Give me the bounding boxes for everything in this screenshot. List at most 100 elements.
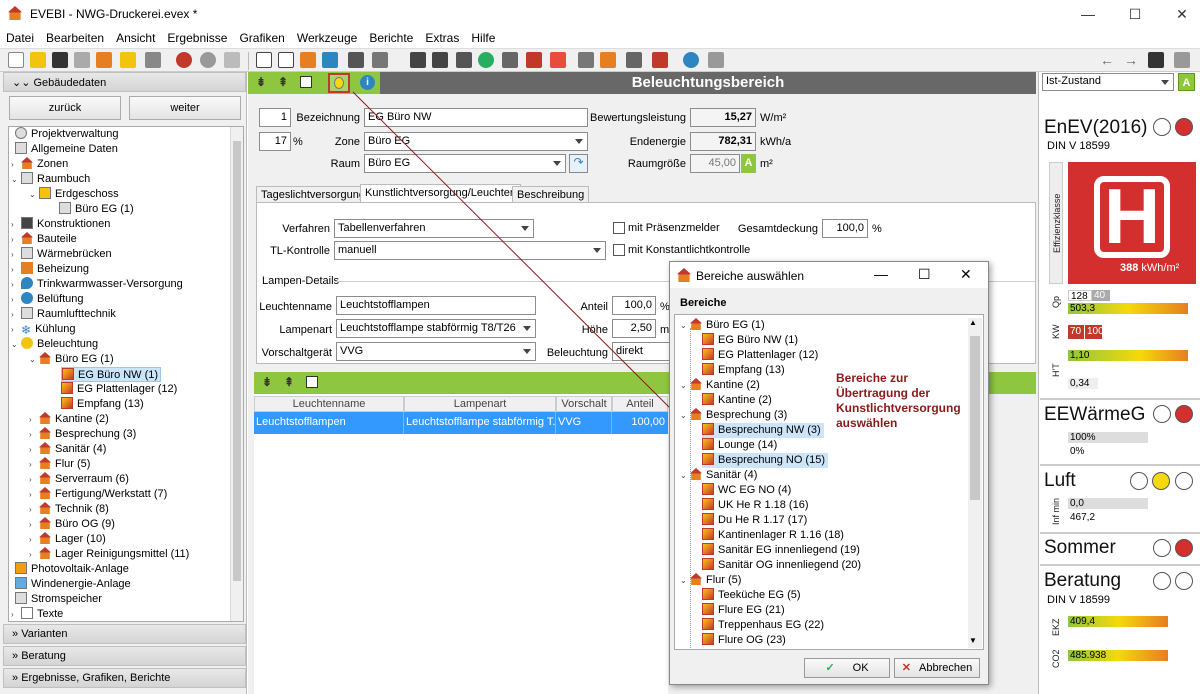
dialog-list-item[interactable]: Flure OG (23) (702, 633, 786, 648)
arc-icon[interactable] (652, 52, 668, 68)
dialog-list-item[interactable]: Sanitär OG innenliegend (20) (702, 558, 861, 573)
expand-icon[interactable]: ⌄ (680, 378, 690, 393)
pct-field[interactable]: 17 (259, 132, 291, 151)
tree-item[interactable]: › Texte (11, 607, 63, 621)
tree-item[interactable]: › Flur (5) (29, 457, 90, 472)
report2-icon[interactable] (432, 52, 448, 68)
panel-toggle-icon[interactable] (1174, 52, 1190, 68)
dialog-group-item[interactable]: ⌄ Besprechung (3) (680, 408, 787, 423)
wand-icon[interactable] (224, 52, 240, 68)
dialog-list-item[interactable]: Lounge (14) (702, 438, 777, 453)
list-icon[interactable] (372, 52, 388, 68)
tree-item[interactable]: › Raumlufttechnik (11, 307, 116, 322)
dialog-list-item[interactable]: Besprechung NW (3) (702, 423, 824, 438)
sigma-icon[interactable] (322, 52, 338, 68)
hoehe-input[interactable]: 2,50 (612, 319, 656, 338)
gesamtdeckung-input[interactable]: 100,0 (822, 219, 868, 238)
tree-item[interactable]: › Trinkwarmwasser-Versorgung (11, 277, 183, 292)
grid-header[interactable]: Vorschalt (556, 396, 612, 412)
dialog-group-item[interactable]: ⌄ Kantine (2) (680, 378, 760, 393)
menu-hilfe[interactable]: Hilfe (465, 28, 501, 45)
beleuchtung-select[interactable]: direkt (612, 342, 672, 361)
expand-icon[interactable]: ⌄ (680, 573, 690, 588)
dialog-list-item[interactable]: UK He R 1.18 (16) (702, 498, 808, 513)
dialog-list-item[interactable]: Flure EG (21) (702, 603, 785, 618)
dialog-list-item[interactable]: EG Plattenlager (12) (702, 348, 818, 363)
tree-item[interactable]: › Sanitär (4) (29, 442, 106, 457)
expand-icon[interactable]: ⌄ (680, 408, 690, 423)
minimize-icon[interactable]: — (874, 266, 888, 282)
grid-icon[interactable] (626, 52, 642, 68)
ok-button[interactable]: ✓ OK (804, 658, 890, 678)
energy-icon[interactable] (550, 52, 566, 68)
konstantlicht-checkbox[interactable] (613, 244, 625, 256)
dialog-list-item[interactable]: EG Büro NW (1) (702, 333, 798, 348)
bezeichnung-input[interactable]: EG Büro NW (364, 108, 588, 127)
help-icon[interactable] (683, 52, 699, 68)
scrollbar-thumb[interactable] (233, 141, 241, 581)
maximize-icon[interactable]: ☐ (1125, 4, 1145, 24)
menu-datei[interactable]: Datei (0, 28, 40, 45)
sum-icon[interactable] (300, 52, 316, 68)
tree-item[interactable]: › Büro OG (9) (29, 517, 115, 532)
tree-item[interactable]: › Konstruktionen (11, 217, 110, 232)
tree-item[interactable]: › Zonen (11, 157, 68, 172)
dialog-list-item[interactable]: Teeküche EG (5) (702, 588, 801, 603)
scrollbar-thumb[interactable] (970, 336, 980, 500)
anteil-input[interactable]: 100,0 (612, 296, 656, 315)
tree-item[interactable]: Allgemeine Daten (15, 142, 118, 157)
tree-item[interactable]: › Wärmebrücken (11, 247, 112, 262)
close-icon[interactable]: ✕ (1172, 4, 1192, 24)
tree-item[interactable]: Büro EG (1) (59, 202, 134, 217)
remove-row-icon[interactable]: ⇞ (284, 375, 294, 389)
cancel-button[interactable]: ✕ Abbrechen (894, 658, 980, 678)
tree-item-selected[interactable]: EG Büro NW (1) (61, 367, 162, 382)
back-arrow-icon[interactable]: ← (1100, 52, 1114, 68)
auto-badge[interactable]: A (741, 154, 756, 173)
remove-icon[interactable]: ⇞ (278, 75, 288, 89)
grid-header[interactable]: Leuchtenname (254, 396, 404, 412)
menu-werkzeuge[interactable]: Werkzeuge (291, 28, 363, 45)
tree-item[interactable]: ⌄ Büro EG (1) (29, 352, 114, 367)
add-icon[interactable]: ⇟ (256, 75, 266, 89)
tree-item[interactable]: › Beheizung (11, 262, 89, 277)
info-icon[interactable]: i (360, 75, 375, 90)
raum-select[interactable]: Büro EG (364, 154, 566, 173)
tree-item[interactable]: ⌄ Raumbuch (11, 172, 90, 187)
accordion-gebaeudedaten[interactable]: ⌄⌄ Gebäudedaten (3, 72, 246, 92)
tree-item[interactable]: Photovoltaik-Anlage (15, 562, 129, 577)
pdf-icon[interactable] (526, 52, 542, 68)
expand-icon[interactable]: ⌄ (680, 318, 690, 333)
tree-item[interactable]: › Bauteile (11, 232, 77, 247)
expand-icon[interactable]: ⌄ (680, 468, 690, 483)
maximize-icon[interactable]: ☐ (918, 266, 931, 283)
forward-button[interactable]: weiter (129, 96, 241, 120)
tree-item[interactable]: › ❄ Kühlung (11, 322, 75, 337)
verfahren-select[interactable]: Tabellenverfahren (334, 219, 534, 238)
add-row-icon[interactable]: ⇟ (262, 375, 272, 389)
menu-ergebnisse[interactable]: Ergebnisse (161, 28, 233, 45)
zoom-icon[interactable] (478, 52, 494, 68)
tree-item[interactable]: › Besprechung (3) (29, 427, 136, 442)
tree-item[interactable]: › Lager (10) (29, 532, 106, 547)
tree-item[interactable]: › Belüftung (11, 292, 83, 307)
hierarchy-icon[interactable] (348, 52, 364, 68)
new-file-icon[interactable] (8, 52, 24, 68)
grid-header[interactable]: Lampenart (404, 396, 556, 412)
menu-extras[interactable]: Extras (419, 28, 465, 45)
flag-icon[interactable] (1148, 52, 1164, 68)
zone-select[interactable]: Büro EG (364, 132, 588, 151)
tree-item[interactable]: › Kantine (2) (29, 412, 109, 427)
lampenart-select[interactable]: Leuchtstofflampe stabförmig T8/T26 (336, 319, 536, 338)
save-icon[interactable] (52, 52, 68, 68)
tree-item[interactable]: EG Plattenlager (12) (61, 382, 177, 397)
dialog-list-item[interactable]: WC EG NO (4) (702, 483, 791, 498)
chart-icon[interactable] (600, 52, 616, 68)
dialog-list-item[interactable]: Treppenhaus EG (22) (702, 618, 824, 633)
print-icon[interactable] (502, 52, 518, 68)
calc-icon[interactable] (578, 52, 594, 68)
grid-cell[interactable]: 100,00 (612, 412, 668, 434)
back-button[interactable]: zurück (9, 96, 121, 120)
tree-item[interactable]: › Fertigung/Werkstatt (7) (29, 487, 167, 502)
tree-item[interactable]: Empfang (13) (61, 397, 144, 412)
